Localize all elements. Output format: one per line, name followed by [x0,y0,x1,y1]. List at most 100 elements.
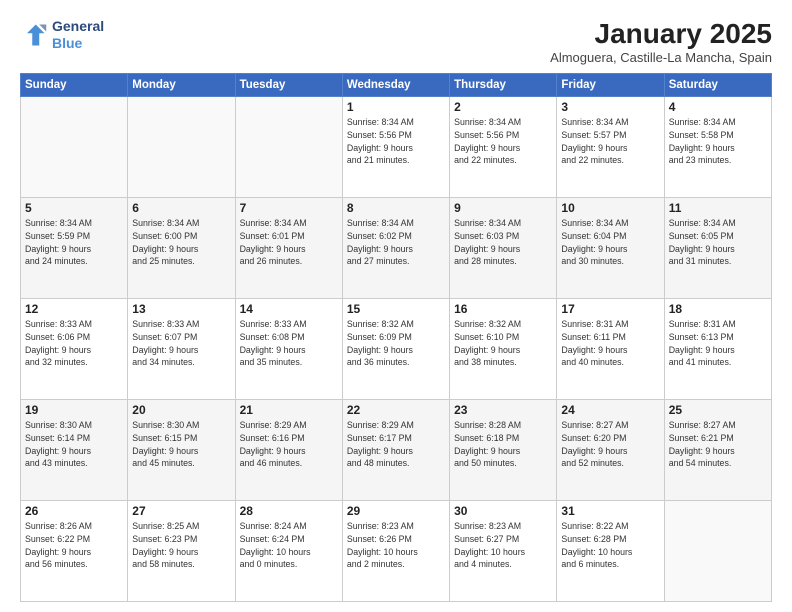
day-info: Sunrise: 8:26 AM Sunset: 6:22 PM Dayligh… [25,520,123,571]
day-number: 4 [669,100,767,114]
day-number: 1 [347,100,445,114]
calendar-week-row: 5 Sunrise: 8:34 AM Sunset: 5:59 PM Daylig… [21,198,772,299]
day-number: 31 [561,504,659,518]
day-info: Sunrise: 8:32 AM Sunset: 6:09 PM Dayligh… [347,318,445,369]
day-info: Sunrise: 8:27 AM Sunset: 6:20 PM Dayligh… [561,419,659,470]
day-info: Sunrise: 8:31 AM Sunset: 6:13 PM Dayligh… [669,318,767,369]
weekday-header: Friday [557,74,664,97]
calendar-week-row: 1 Sunrise: 8:34 AM Sunset: 5:56 PM Daylig… [21,97,772,198]
calendar-cell: 27 Sunrise: 8:25 AM Sunset: 6:23 PM Dayli… [128,501,235,602]
calendar-cell: 25Sunrise: 8:27 AM Sunset: 6:21 PM Dayli… [664,400,771,501]
calendar-cell: 31 Sunrise: 8:22 AM Sunset: 6:28 PM Dayli… [557,501,664,602]
calendar-cell: 3Sunrise: 8:34 AM Sunset: 5:57 PM Daylig… [557,97,664,198]
calendar-cell: 7 Sunrise: 8:34 AM Sunset: 6:01 PM Daylig… [235,198,342,299]
day-number: 23 [454,403,552,417]
calendar-cell: 21Sunrise: 8:29 AM Sunset: 6:16 PM Dayli… [235,400,342,501]
day-number: 2 [454,100,552,114]
day-number: 15 [347,302,445,316]
day-number: 21 [240,403,338,417]
header: General Blue January 2025 Almoguera, Cas… [20,18,772,65]
day-info: Sunrise: 8:33 AM Sunset: 6:07 PM Dayligh… [132,318,230,369]
day-info: Sunrise: 8:33 AM Sunset: 6:08 PM Dayligh… [240,318,338,369]
day-number: 14 [240,302,338,316]
day-number: 7 [240,201,338,215]
weekday-header: Tuesday [235,74,342,97]
day-number: 20 [132,403,230,417]
day-number: 11 [669,201,767,215]
logo: General Blue [20,18,104,52]
day-number: 6 [132,201,230,215]
calendar-cell: 26 Sunrise: 8:26 AM Sunset: 6:22 PM Dayli… [21,501,128,602]
weekday-header: Saturday [664,74,771,97]
calendar-cell: 6 Sunrise: 8:34 AM Sunset: 6:00 PM Daylig… [128,198,235,299]
calendar-cell: 13 Sunrise: 8:33 AM Sunset: 6:07 PM Dayli… [128,299,235,400]
calendar-cell: 10Sunrise: 8:34 AM Sunset: 6:04 PM Dayli… [557,198,664,299]
day-number: 19 [25,403,123,417]
day-number: 26 [25,504,123,518]
calendar-cell: 23Sunrise: 8:28 AM Sunset: 6:18 PM Dayli… [450,400,557,501]
day-info: Sunrise: 8:34 AM Sunset: 6:04 PM Dayligh… [561,217,659,268]
day-info: Sunrise: 8:25 AM Sunset: 6:23 PM Dayligh… [132,520,230,571]
calendar-cell: 22Sunrise: 8:29 AM Sunset: 6:17 PM Dayli… [342,400,449,501]
day-number: 12 [25,302,123,316]
calendar-week-row: 12 Sunrise: 8:33 AM Sunset: 6:06 PM Dayli… [21,299,772,400]
day-info: Sunrise: 8:22 AM Sunset: 6:28 PM Dayligh… [561,520,659,571]
calendar-week-row: 26 Sunrise: 8:26 AM Sunset: 6:22 PM Dayli… [21,501,772,602]
day-number: 17 [561,302,659,316]
day-info: Sunrise: 8:34 AM Sunset: 5:58 PM Dayligh… [669,116,767,167]
calendar-header-row: SundayMondayTuesdayWednesdayThursdayFrid… [21,74,772,97]
day-info: Sunrise: 8:23 AM Sunset: 6:27 PM Dayligh… [454,520,552,571]
day-info: Sunrise: 8:34 AM Sunset: 6:03 PM Dayligh… [454,217,552,268]
calendar-cell: 5 Sunrise: 8:34 AM Sunset: 5:59 PM Daylig… [21,198,128,299]
day-number: 27 [132,504,230,518]
calendar-cell: 19 Sunrise: 8:30 AM Sunset: 6:14 PM Dayli… [21,400,128,501]
day-info: Sunrise: 8:32 AM Sunset: 6:10 PM Dayligh… [454,318,552,369]
day-info: Sunrise: 8:34 AM Sunset: 5:56 PM Dayligh… [347,116,445,167]
day-number: 5 [25,201,123,215]
calendar-table: SundayMondayTuesdayWednesdayThursdayFrid… [20,73,772,602]
day-number: 16 [454,302,552,316]
calendar-cell: 15 Sunrise: 8:32 AM Sunset: 6:09 PM Dayli… [342,299,449,400]
day-info: Sunrise: 8:34 AM Sunset: 6:00 PM Dayligh… [132,217,230,268]
calendar-cell: 12 Sunrise: 8:33 AM Sunset: 6:06 PM Dayli… [21,299,128,400]
day-info: Sunrise: 8:34 AM Sunset: 6:01 PM Dayligh… [240,217,338,268]
calendar-cell: 2 Sunrise: 8:34 AM Sunset: 5:56 PM Daylig… [450,97,557,198]
day-number: 9 [454,201,552,215]
weekday-header: Thursday [450,74,557,97]
logo-icon [20,21,48,49]
weekday-header: Monday [128,74,235,97]
day-number: 3 [561,100,659,114]
calendar-cell: 14 Sunrise: 8:33 AM Sunset: 6:08 PM Dayli… [235,299,342,400]
calendar-cell: 30 Sunrise: 8:23 AM Sunset: 6:27 PM Dayli… [450,501,557,602]
calendar-cell [664,501,771,602]
calendar-week-row: 19 Sunrise: 8:30 AM Sunset: 6:14 PM Dayli… [21,400,772,501]
calendar-cell: 29 Sunrise: 8:23 AM Sunset: 6:26 PM Dayli… [342,501,449,602]
calendar-cell: 18Sunrise: 8:31 AM Sunset: 6:13 PM Dayli… [664,299,771,400]
calendar-cell [128,97,235,198]
day-number: 24 [561,403,659,417]
calendar-cell: 20 Sunrise: 8:30 AM Sunset: 6:15 PM Dayli… [128,400,235,501]
calendar-cell: 8Sunrise: 8:34 AM Sunset: 6:02 PM Daylig… [342,198,449,299]
day-number: 13 [132,302,230,316]
day-info: Sunrise: 8:30 AM Sunset: 6:14 PM Dayligh… [25,419,123,470]
calendar-cell: 1 Sunrise: 8:34 AM Sunset: 5:56 PM Daylig… [342,97,449,198]
day-info: Sunrise: 8:23 AM Sunset: 6:26 PM Dayligh… [347,520,445,571]
title-block: January 2025 Almoguera, Castille-La Manc… [550,18,772,65]
day-info: Sunrise: 8:34 AM Sunset: 5:59 PM Dayligh… [25,217,123,268]
day-info: Sunrise: 8:30 AM Sunset: 6:15 PM Dayligh… [132,419,230,470]
day-number: 25 [669,403,767,417]
calendar-cell: 28Sunrise: 8:24 AM Sunset: 6:24 PM Dayli… [235,501,342,602]
day-info: Sunrise: 8:34 AM Sunset: 5:56 PM Dayligh… [454,116,552,167]
location: Almoguera, Castille-La Mancha, Spain [550,50,772,65]
day-info: Sunrise: 8:33 AM Sunset: 6:06 PM Dayligh… [25,318,123,369]
day-info: Sunrise: 8:31 AM Sunset: 6:11 PM Dayligh… [561,318,659,369]
calendar-cell: 24 Sunrise: 8:27 AM Sunset: 6:20 PM Dayli… [557,400,664,501]
day-number: 28 [240,504,338,518]
day-number: 29 [347,504,445,518]
calendar-cell: 4 Sunrise: 8:34 AM Sunset: 5:58 PM Daylig… [664,97,771,198]
calendar-cell [235,97,342,198]
weekday-header: Wednesday [342,74,449,97]
calendar-cell: 9 Sunrise: 8:34 AM Sunset: 6:03 PM Daylig… [450,198,557,299]
day-info: Sunrise: 8:34 AM Sunset: 6:02 PM Dayligh… [347,217,445,268]
day-number: 30 [454,504,552,518]
